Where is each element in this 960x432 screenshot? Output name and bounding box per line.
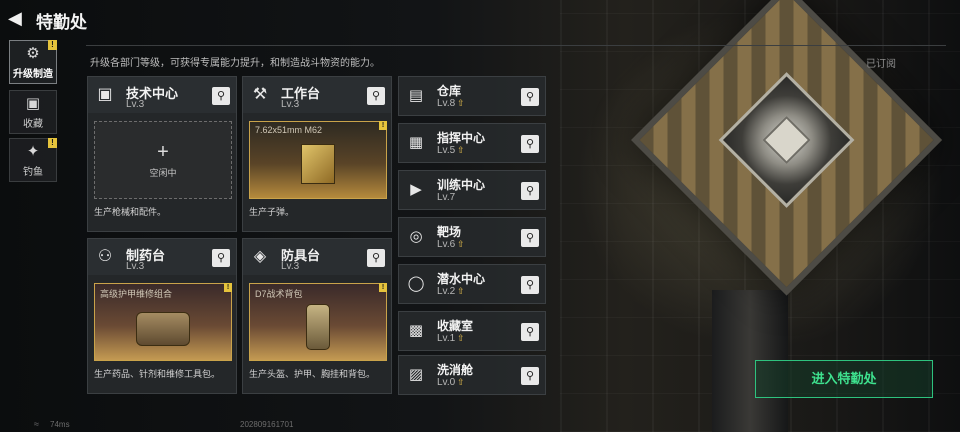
safe-icon: ▣ — [25, 95, 41, 112]
card-header: ⚇ 制药台 Lv.3 ⚲ — [88, 239, 236, 275]
header-divider — [86, 45, 946, 46]
row-command-center[interactable]: ▦ 指挥中心 Lv.5 ⇧ ⚲ — [398, 123, 546, 163]
row-level: Lv.8 ⇧ — [437, 98, 465, 109]
card-header: ⚒ 工作台 Lv.3 ⚲ — [243, 77, 391, 113]
tab-fishing[interactable]: ✦ 钓鱼 ! — [9, 138, 57, 182]
uid-readout: 202809161701 — [240, 420, 294, 429]
page-title: 特勤处 — [36, 13, 87, 32]
search-icon[interactable]: ⚲ — [521, 276, 539, 294]
alert-badge: ! — [224, 283, 232, 292]
crate-inner — [718, 72, 855, 208]
diving-mask-icon: ◯ — [407, 275, 425, 292]
vault-icon: ▩ — [408, 322, 424, 339]
backpack-image — [306, 304, 330, 350]
row-title: 潜水中心 — [437, 272, 486, 286]
alert-badge: ! — [379, 283, 387, 292]
row-level: Lv.6 ⇧ — [437, 239, 465, 250]
row-level: Lv.2 ⇧ — [437, 286, 465, 297]
row-shooting-range[interactable]: ◎ 靶场 Lv.6 ⇧ ⚲ — [398, 217, 546, 257]
search-icon[interactable]: ⚲ — [521, 323, 539, 341]
production-slot[interactable]: D7战术背包 ! — [249, 283, 387, 361]
card-pharmacy[interactable]: ⚇ 制药台 Lv.3 ⚲ 高级护甲维修组合 ! 生产药品、针剂和维修工具包。 — [87, 238, 237, 394]
microscope-icon: ⚇ — [97, 248, 113, 265]
card-armor-bench[interactable]: ◈ 防具台 Lv.3 ⚲ D7战术背包 ! 生产头盔、护甲、胸挂和背包。 — [242, 238, 392, 394]
tab-label: 升级制造 — [13, 69, 53, 80]
tab-label: 钓鱼 — [23, 167, 43, 178]
card-level: Lv.3 — [126, 99, 145, 110]
warehouse-icon: ▤ — [408, 87, 424, 104]
wifi-icon: ≈ — [34, 419, 39, 429]
card-level: Lv.3 — [281, 99, 300, 110]
row-title: 训练中心 — [437, 178, 486, 192]
production-slot-empty[interactable]: + 空闲中 — [94, 121, 232, 199]
repair-kit-image — [136, 312, 190, 346]
search-icon[interactable]: ⚲ — [521, 135, 539, 153]
alert-badge: ! — [48, 40, 57, 50]
dumbbell-icon: ▶ — [410, 181, 422, 198]
row-level: Lv.7 — [437, 192, 456, 203]
card-level: Lv.3 — [126, 261, 145, 272]
search-icon[interactable]: ⚲ — [367, 249, 385, 267]
card-level: Lv.3 — [281, 261, 300, 272]
upgrade-icon: ⚙ — [26, 45, 40, 62]
row-level: Lv.5 ⇧ — [437, 145, 465, 156]
row-title: 仓库 — [437, 84, 462, 98]
slot-item-name: 高级护甲维修组合 — [100, 289, 173, 299]
row-training-center[interactable]: ▶ 训练中心 Lv.7 ⚲ — [398, 170, 546, 210]
row-decon-chamber[interactable]: ▨ 洗消舱 Lv.0 ⇧ ⚲ — [398, 355, 546, 395]
search-icon[interactable]: ⚲ — [212, 249, 230, 267]
production-slot[interactable]: 高级护甲维修组合 ! — [94, 283, 232, 361]
computer-icon: ▣ — [97, 86, 113, 103]
slot-item-name: D7战术背包 — [255, 289, 303, 299]
fishing-icon: ✦ — [26, 143, 40, 160]
row-collection-room[interactable]: ▩ 收藏室 Lv.1 ⇧ ⚲ — [398, 311, 546, 351]
search-icon[interactable]: ⚲ — [212, 87, 230, 105]
target-icon: ◎ — [409, 228, 423, 245]
card-description: 生产头盔、护甲、胸挂和背包。 — [249, 369, 376, 379]
ammo-box-image — [301, 144, 335, 184]
chip-icon: ▦ — [408, 134, 424, 151]
enter-special-ops-button[interactable]: 进入特勤处 — [755, 360, 933, 398]
plus-icon: + — [157, 140, 169, 163]
shower-icon: ▨ — [408, 366, 424, 383]
alert-badge: ! — [48, 138, 57, 148]
status-bar: ≈ 74ms 202809161701 — [0, 418, 960, 432]
card-description: 生产枪械和配件。 — [94, 207, 167, 217]
card-header: ◈ 防具台 Lv.3 ⚲ — [243, 239, 391, 275]
row-level: Lv.1 ⇧ — [437, 333, 465, 344]
page-description: 升级各部门等级，可获得专属能力提升，和制造战斗物资的能力。 — [90, 58, 380, 69]
card-workbench[interactable]: ⚒ 工作台 Lv.3 ⚲ 7.62x51mm M62 ! 生产子弹。 — [242, 76, 392, 232]
search-icon[interactable]: ⚲ — [521, 229, 539, 247]
search-icon[interactable]: ⚲ — [367, 87, 385, 105]
card-header: ▣ 技术中心 Lv.3 ⚲ — [88, 77, 236, 113]
row-title: 洗消舱 — [437, 363, 474, 377]
row-title: 靶场 — [437, 225, 462, 239]
tab-collection[interactable]: ▣ 收藏 — [9, 90, 57, 134]
production-slot[interactable]: 7.62x51mm M62 ! — [249, 121, 387, 199]
card-description: 生产子弹。 — [249, 207, 295, 217]
search-icon[interactable]: ⚲ — [521, 182, 539, 200]
back-icon[interactable]: ◀ — [8, 8, 28, 28]
row-title: 收藏室 — [437, 319, 474, 333]
subscribed-label: 已订阅 — [866, 59, 896, 70]
slot-status: 空闲中 — [149, 167, 177, 178]
alert-badge: ! — [379, 121, 387, 130]
armor-icon: ◈ — [253, 248, 267, 265]
tab-label: 收藏 — [23, 119, 43, 130]
tab-upgrade-craft[interactable]: ⚙ 升级制造 ! — [9, 40, 57, 84]
card-tech-center[interactable]: ▣ 技术中心 Lv.3 ⚲ + 空闲中 生产枪械和配件。 — [87, 76, 237, 232]
card-description: 生产药品、针剂和维修工具包。 — [94, 369, 221, 379]
crate-core — [762, 115, 811, 165]
slot-item-name: 7.62x51mm M62 — [255, 125, 323, 135]
top-bar: ◀ 特勤处 — [0, 0, 960, 36]
search-icon[interactable]: ⚲ — [521, 367, 539, 385]
row-title: 指挥中心 — [437, 131, 486, 145]
tools-icon: ⚒ — [252, 86, 268, 103]
row-level: Lv.0 ⇧ — [437, 377, 465, 388]
search-icon[interactable]: ⚲ — [521, 88, 539, 106]
ping-readout: 74ms — [50, 420, 70, 429]
row-diving-center[interactable]: ◯ 潜水中心 Lv.2 ⇧ ⚲ — [398, 264, 546, 304]
row-warehouse[interactable]: ▤ 仓库 Lv.8 ⇧ ⚲ — [398, 76, 546, 116]
